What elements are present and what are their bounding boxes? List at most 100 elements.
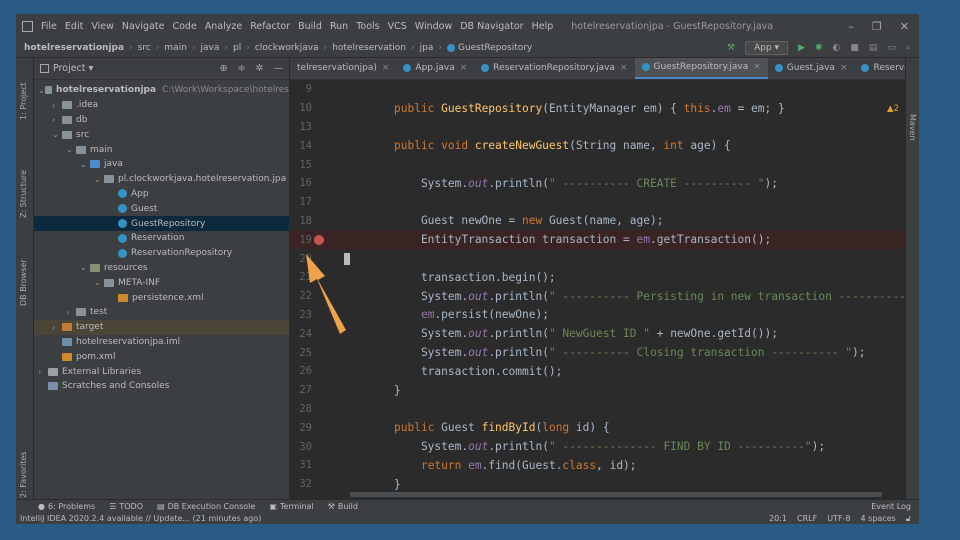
code-line[interactable]: 24 System.out.println(" NewGuest ID " + … xyxy=(290,324,919,343)
line-number[interactable]: 13 xyxy=(292,121,312,133)
line-number[interactable]: 10 xyxy=(292,102,312,114)
tree-node[interactable]: ⌄ META-INF xyxy=(34,275,289,290)
line-number[interactable]: 32 xyxy=(292,478,312,490)
code-line[interactable]: 25 System.out.println(" ---------- Closi… xyxy=(290,343,919,362)
code-line[interactable]: 13 xyxy=(290,118,919,137)
line-number[interactable]: 23 xyxy=(292,309,312,321)
menu-item-run[interactable]: Run xyxy=(330,21,348,32)
menu-item-vcs[interactable]: VCS xyxy=(388,21,407,32)
editor-tab[interactable]: App.java × xyxy=(396,58,474,79)
restore-icon[interactable]: ❐ xyxy=(872,20,882,33)
line-number[interactable]: 16 xyxy=(292,177,312,189)
breadcrumb-item[interactable]: hotelreservationjpa xyxy=(24,43,124,53)
tree-node[interactable]: ⌄ java xyxy=(34,157,289,172)
close-tab-icon[interactable]: × xyxy=(460,63,468,73)
file-encoding[interactable]: UTF-8 xyxy=(827,514,850,524)
menu-item-view[interactable]: View xyxy=(91,21,114,32)
code-line[interactable]: 15 xyxy=(290,155,919,174)
code-line[interactable]: 31 return em.find(Guest.class, id); xyxy=(290,456,919,475)
tool-window-button[interactable]: ▣ Terminal xyxy=(269,502,313,511)
debug-icon[interactable]: ✱ xyxy=(815,43,823,53)
code-line[interactable]: 28 xyxy=(290,400,919,419)
lock-icon[interactable]: 🔓︎ xyxy=(906,514,911,524)
code-line[interactable]: 20 xyxy=(290,249,919,268)
line-number[interactable]: 15 xyxy=(292,159,312,171)
code-line[interactable]: 22 System.out.println(" ---------- Persi… xyxy=(290,287,919,306)
close-tab-icon[interactable]: × xyxy=(753,62,761,72)
menu-item-tools[interactable]: Tools xyxy=(356,21,379,32)
breadcrumb-item[interactable]: clockworkjava xyxy=(255,43,319,53)
tree-node[interactable]: › .idea xyxy=(34,98,289,113)
tree-node[interactable]: › test xyxy=(34,305,289,320)
line-number[interactable]: 26 xyxy=(292,365,312,377)
tool-window-tab[interactable]: 2: Favorites xyxy=(19,452,28,498)
breakpoint-icon[interactable] xyxy=(314,234,324,245)
line-number[interactable]: 21 xyxy=(292,271,312,283)
tree-node[interactable]: ⌄ resources xyxy=(34,261,289,276)
tree-node[interactable]: pom.xml xyxy=(34,349,289,364)
search-icon[interactable]: ⌕ xyxy=(906,43,911,53)
code-line[interactable]: 26 transaction.commit(); xyxy=(290,362,919,381)
code-line[interactable]: 9 xyxy=(290,80,919,99)
tool-window-button[interactable]: ▤ DB Execution Console xyxy=(157,502,255,511)
line-separator[interactable]: CRLF xyxy=(797,514,817,524)
line-number[interactable]: 28 xyxy=(292,403,312,415)
line-number[interactable]: 25 xyxy=(292,347,312,359)
tool-window-button[interactable]: ⚒ Build xyxy=(328,502,358,511)
stop-icon[interactable]: ■ xyxy=(850,43,859,53)
menu-item-code[interactable]: Code xyxy=(172,21,196,32)
tool-window-tab[interactable]: DB Browser xyxy=(19,259,28,306)
code-line[interactable]: 17 xyxy=(290,193,919,212)
close-tab-icon[interactable]: × xyxy=(840,63,848,73)
breadcrumb-item[interactable]: jpa xyxy=(420,43,434,53)
breadcrumb-item[interactable]: main xyxy=(164,43,187,53)
run-configuration-select[interactable]: App ▾ xyxy=(745,40,789,55)
code-line[interactable]: 16 System.out.println(" ---------- CREAT… xyxy=(290,174,919,193)
editor-tab[interactable]: ReservationRepository.java × xyxy=(474,58,634,79)
breadcrumb-item[interactable]: java xyxy=(201,43,220,53)
line-number[interactable]: 17 xyxy=(292,196,312,208)
tree-node[interactable]: Reservation xyxy=(34,231,289,246)
indent-setting[interactable]: 4 spaces xyxy=(861,514,896,524)
expanded-arrow-icon[interactable]: ⌄ xyxy=(94,278,104,287)
event-log-button[interactable]: Event Log xyxy=(871,502,919,511)
code-line[interactable]: 10 public GuestRepository(EntityManager e… xyxy=(290,99,919,118)
menu-item-window[interactable]: Window xyxy=(415,21,452,32)
close-icon[interactable]: ✕ xyxy=(900,20,909,33)
line-number[interactable]: 20 xyxy=(292,253,312,265)
line-number[interactable]: 31 xyxy=(292,459,312,471)
expanded-arrow-icon[interactable]: ⌄ xyxy=(80,160,90,169)
menu-item-edit[interactable]: Edit xyxy=(65,21,83,32)
status-message[interactable]: IntelliJ IDEA 2020.2.4 available // Upda… xyxy=(20,514,261,523)
run-icon[interactable]: ▶ xyxy=(798,43,805,53)
code-line[interactable]: 23 em.persist(newOne); xyxy=(290,306,919,325)
coverage-icon[interactable]: ◐ xyxy=(833,43,841,53)
editor-tab[interactable]: telreservationjpa) × xyxy=(290,58,396,79)
expanded-arrow-icon[interactable]: ⌄ xyxy=(52,130,62,139)
expanded-arrow-icon[interactable]: ⌄ xyxy=(66,145,76,154)
gear-icon[interactable]: ✲ xyxy=(256,63,264,74)
tree-node[interactable]: Scratches and Consoles xyxy=(34,379,289,394)
line-number[interactable]: 24 xyxy=(292,328,312,340)
collapsed-arrow-icon[interactable]: › xyxy=(38,367,48,376)
tree-node[interactable]: Guest xyxy=(34,201,289,216)
code-line[interactable]: 30 System.out.println(" -------------- F… xyxy=(290,437,919,456)
code-line[interactable]: 14 public void createNewGuest(String name… xyxy=(290,136,919,155)
breadcrumb-item[interactable]: GuestRepository xyxy=(458,43,532,53)
code-line[interactable]: 18 Guest newOne = new Guest(name, age); xyxy=(290,212,919,231)
expanded-arrow-icon[interactable]: ⌄ xyxy=(80,263,90,272)
breadcrumb-item[interactable]: src xyxy=(138,43,151,53)
breadcrumb-item[interactable]: pl xyxy=(233,43,241,53)
tree-node[interactable]: › db xyxy=(34,113,289,128)
tree-node[interactable]: ⌄ pl.clockworkjava.hotelreservation.jpa xyxy=(34,172,289,187)
tree-node[interactable]: hotelreservationjpa.iml xyxy=(34,335,289,350)
editor-tab[interactable]: Guest.java × xyxy=(768,58,855,79)
line-number[interactable]: 19 xyxy=(292,234,312,246)
line-number[interactable]: 30 xyxy=(292,441,312,453)
code-area[interactable]: ▲2 9 10 public GuestRepository(EntityManag… xyxy=(290,80,919,499)
tree-node[interactable]: App xyxy=(34,187,289,202)
close-tab-icon[interactable]: × xyxy=(382,63,390,73)
tool-window-tab[interactable]: Z: Structure xyxy=(19,170,28,218)
tree-node[interactable]: › External Libraries xyxy=(34,364,289,379)
menu-item-build[interactable]: Build xyxy=(298,21,322,32)
